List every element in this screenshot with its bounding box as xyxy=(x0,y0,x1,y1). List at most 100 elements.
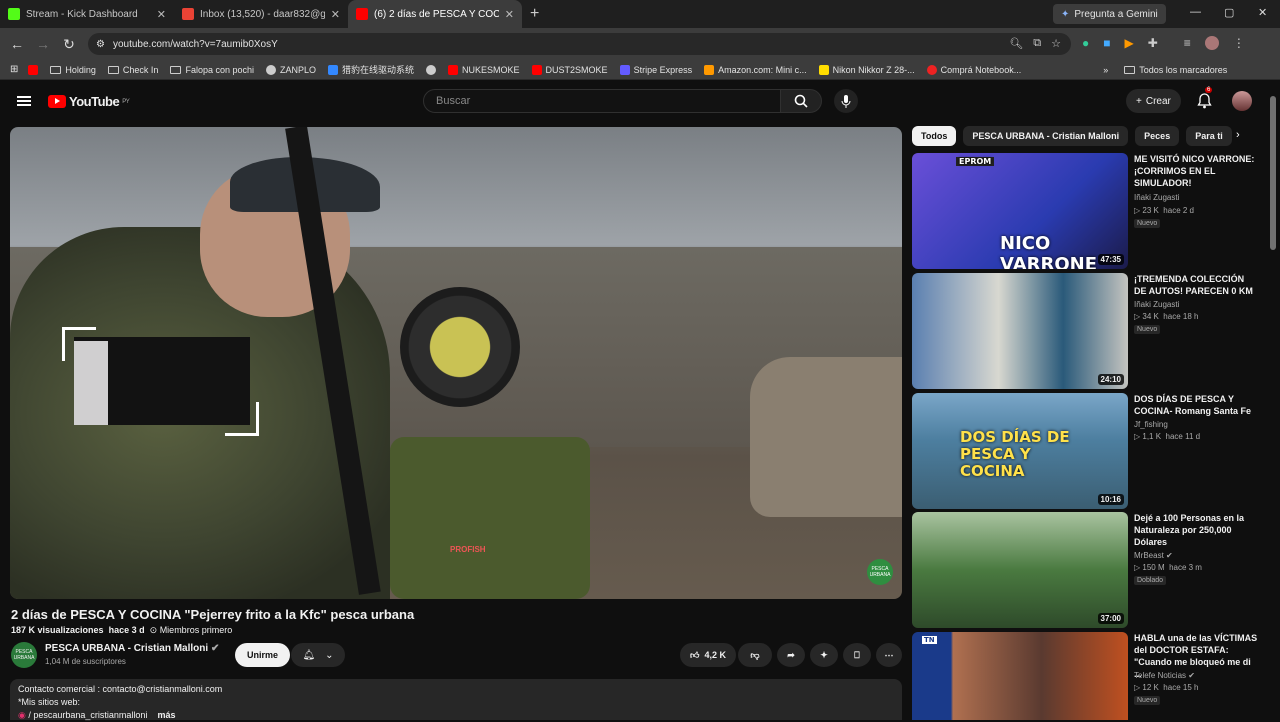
rec-title: DOS DÍAS DE PESCA Y COCINA- Romang Santa… xyxy=(1134,394,1252,416)
close-tab-icon[interactable]: ✕ xyxy=(505,8,514,21)
globe-icon xyxy=(426,64,437,75)
tab-kick[interactable]: Stream - Kick Dashboard ✕ xyxy=(0,0,174,28)
chip-todos[interactable]: Todos xyxy=(912,126,957,146)
menu-icon[interactable] xyxy=(17,96,31,106)
recommended-video[interactable]: TN HABLA una de las VÍCTIMAS del DOCTOR … xyxy=(912,632,1262,720)
recommended-video[interactable]: DOS DÍAS DE PESCA Y COCINA 10:16 DOS DÍA… xyxy=(912,393,1262,509)
instagram-icon: ◉ xyxy=(18,710,26,720)
video-thumbnail[interactable]: TN xyxy=(912,632,1128,720)
frame-corner xyxy=(62,327,96,361)
all-bookmarks[interactable]: Todos los marcadores xyxy=(1124,65,1227,75)
close-tab-icon[interactable]: ✕ xyxy=(157,8,166,21)
youtube-icon xyxy=(448,64,459,75)
recommended-video[interactable]: EPROM NICO VARRONE 47:35 ME VISITÓ NICO … xyxy=(912,153,1262,269)
profile-avatar[interactable] xyxy=(1204,36,1219,50)
bookmark-amazon[interactable]: Amazon.com: Mini c... xyxy=(704,64,807,75)
join-button[interactable]: Unirme xyxy=(235,643,291,667)
chevron-right-icon[interactable]: › xyxy=(1236,129,1240,141)
voice-search-button[interactable] xyxy=(834,89,858,113)
bookmark-dust2smoke[interactable]: DUST2SMOKE xyxy=(531,64,608,75)
menu-icon[interactable]: ⋮ xyxy=(1233,36,1245,50)
riverbank-rock xyxy=(750,357,902,517)
apps-icon[interactable]: ⊞ xyxy=(10,64,18,75)
page-scrollbar[interactable] xyxy=(1270,96,1276,250)
verified-icon: ✔ xyxy=(1188,671,1195,680)
video-player[interactable]: PROFISH PESCA URBANA xyxy=(10,127,902,599)
tab-youtube[interactable]: (6) 2 días de PESCA Y COCINA ✕ xyxy=(348,0,522,28)
notifications-button[interactable] xyxy=(1197,93,1212,114)
zoom-icon[interactable]: 🔍︎ xyxy=(1009,37,1023,50)
video-description[interactable]: Contacto comercial : contacto@cristianma… xyxy=(10,679,902,720)
bookmark-driver[interactable]: 猎豹在线驱动系统 xyxy=(328,63,414,76)
dislike-button[interactable]: 👎︎ xyxy=(738,643,772,667)
bookmark-holding[interactable]: Holding xyxy=(50,65,96,75)
media-icon[interactable]: ≡ xyxy=(1184,36,1191,50)
extension-icon[interactable]: ▶ xyxy=(1125,36,1134,50)
tackle-bag xyxy=(390,437,590,599)
like-button[interactable]: 👍︎ 4,2 K xyxy=(680,643,736,667)
forward-icon[interactable]: → xyxy=(30,36,56,52)
stripe-icon xyxy=(619,64,630,75)
rec-channel: Iñaki Zugasti xyxy=(1134,300,1180,309)
more-bookmarks-icon[interactable]: » xyxy=(1103,65,1108,75)
microphone-icon xyxy=(841,94,851,108)
reload-icon[interactable]: ↻ xyxy=(56,36,82,53)
bookmark-nukesmoke[interactable]: NUKESMOKE xyxy=(448,64,520,75)
save-button[interactable]: ⎕ xyxy=(843,643,871,667)
create-button[interactable]: + Crear xyxy=(1126,89,1181,113)
bookmark-nikon[interactable]: Nikon Nikkor Z 28-... xyxy=(818,64,915,75)
search-button[interactable] xyxy=(780,89,822,113)
video-thumbnail[interactable]: EPROM NICO VARRONE 47:35 xyxy=(912,153,1128,269)
bookmark-notebook[interactable]: Comprá Notebook... xyxy=(926,64,1021,75)
more-actions-button[interactable]: ⋯ xyxy=(876,643,902,667)
video-thumbnail[interactable]: DOS DÍAS DE PESCA Y COCINA 10:16 xyxy=(912,393,1128,509)
folder-icon xyxy=(1124,65,1136,74)
verified-icon: ✔ xyxy=(210,643,220,654)
video-thumbnail[interactable]: 37:00 xyxy=(912,512,1128,628)
duration-badge: 47:35 xyxy=(1097,254,1124,265)
channel-watermark[interactable]: PESCA URBANA xyxy=(867,559,893,585)
new-tab-button[interactable]: + xyxy=(530,5,539,23)
address-bar[interactable]: ⚙ youtube.com/watch?v=7aumib0XosY 🔍︎ ⧉ ☆ xyxy=(88,33,1071,55)
gemini-button[interactable]: ✦ Pregunta a Gemini xyxy=(1053,4,1166,24)
tab-gmail[interactable]: Inbox (13,520) - daar832@gmail.com ✕ xyxy=(174,0,348,28)
site-info-icon[interactable]: ⚙ xyxy=(96,39,105,50)
bookmark-zanplo[interactable]: ZANPLO xyxy=(266,64,316,75)
subscription-bell-button[interactable]: 🔔︎ ⌄ xyxy=(291,643,345,667)
show-more-link[interactable]: más xyxy=(157,710,175,720)
bookmark-youtube[interactable] xyxy=(28,64,39,75)
dubbed-badge: Doblado xyxy=(1134,576,1167,585)
bookmark-globe[interactable] xyxy=(426,64,437,75)
youtube-header: YouTube PY Buscar + Crear 6 xyxy=(0,84,1280,120)
rec-title: ME VISITÓ NICO VARRONE: ¡CORRIMOS EN EL … xyxy=(1134,154,1255,188)
bookmark-stripe[interactable]: Stripe Express xyxy=(619,64,692,75)
bookmark-star-icon[interactable]: ☆ xyxy=(1051,37,1061,50)
cast-icon[interactable]: ⧉ xyxy=(1033,37,1041,50)
minimize-icon[interactable]: — xyxy=(1190,6,1201,18)
verified-icon: ✔ xyxy=(1166,551,1173,560)
video-thumbnail[interactable]: 24:10 xyxy=(912,273,1128,389)
extension-icon[interactable]: ■ xyxy=(1103,36,1110,50)
recommended-video[interactable]: 37:00 Dejé a 100 Personas en la Naturale… xyxy=(912,512,1262,628)
bookmark-falopa[interactable]: Falopa con pochi xyxy=(170,65,254,75)
close-window-icon[interactable]: ✕ xyxy=(1258,6,1267,19)
back-icon[interactable]: ← xyxy=(4,36,30,52)
chip-para-ti[interactable]: Para ti xyxy=(1186,126,1232,146)
account-avatar[interactable] xyxy=(1232,91,1252,111)
youtube-logo[interactable]: YouTube PY xyxy=(48,94,130,109)
chip-channel[interactable]: PESCA URBANA - Cristian Malloni xyxy=(963,126,1129,146)
channel-avatar[interactable]: PESCA URBANA xyxy=(11,642,37,668)
chip-peces[interactable]: Peces xyxy=(1135,126,1180,146)
rec-views: ▷ 23 K hace 2 d xyxy=(1134,206,1194,215)
search-input[interactable]: Buscar xyxy=(423,89,781,113)
ask-button[interactable]: ✦ xyxy=(810,643,838,667)
duration-badge: 37:00 xyxy=(1097,613,1124,624)
share-button[interactable]: ➦ xyxy=(777,643,805,667)
channel-name[interactable]: PESCA URBANA - Cristian Malloni ✔ xyxy=(45,643,219,654)
extension-icon[interactable]: ● xyxy=(1082,36,1089,50)
recommended-video[interactable]: 24:10 ¡TREMENDA COLECCIÓN DE AUTOS! PARE… xyxy=(912,273,1262,389)
bookmark-checkin[interactable]: Check In xyxy=(107,65,158,75)
puzzle-icon[interactable]: ✚ xyxy=(1148,36,1158,50)
close-tab-icon[interactable]: ✕ xyxy=(331,8,340,21)
maximize-icon[interactable]: ▢ xyxy=(1224,6,1234,19)
